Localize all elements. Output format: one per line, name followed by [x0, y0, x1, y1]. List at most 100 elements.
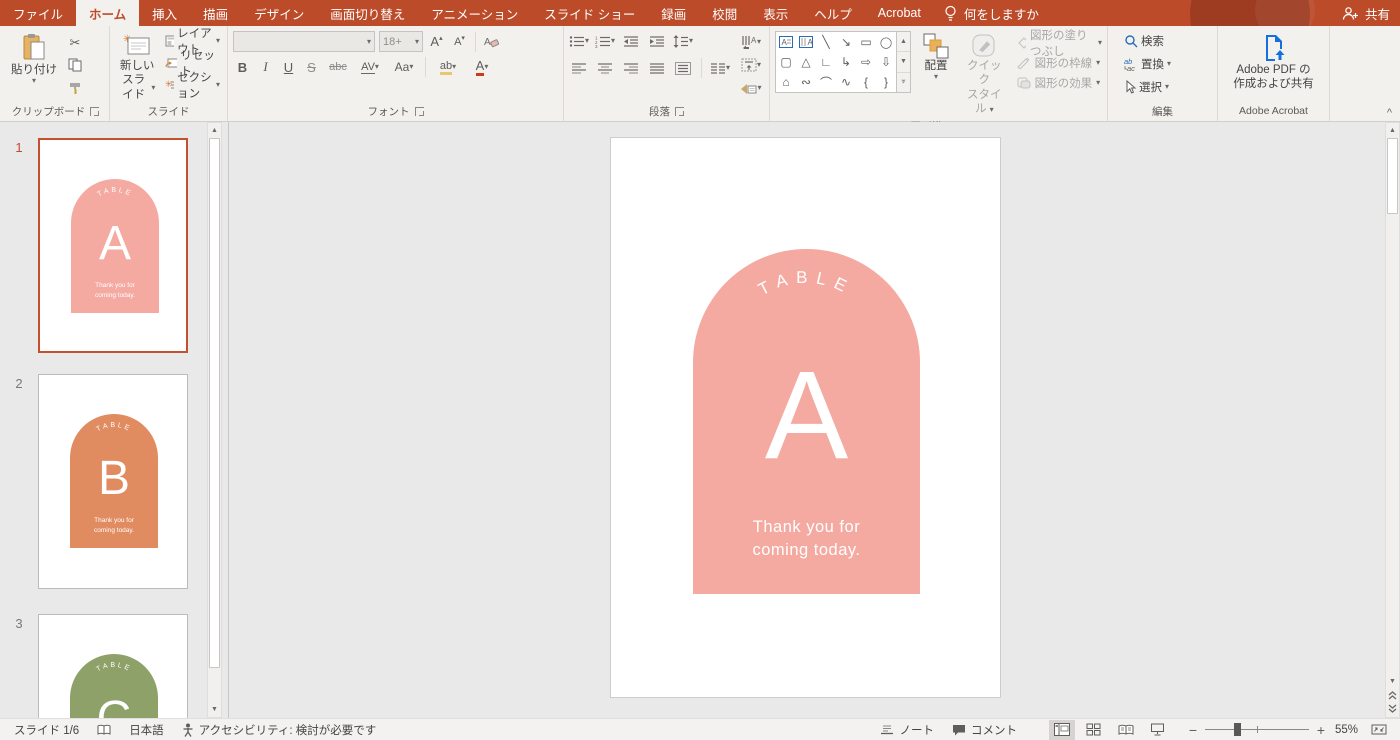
shape-oval-icon[interactable]: ◯: [876, 32, 896, 52]
shape-scribble-icon[interactable]: ∾: [796, 72, 816, 92]
paste-button[interactable]: 貼り付け: [7, 31, 61, 87]
character-spacing-button[interactable]: AV: [355, 57, 385, 77]
shape-arrow-icon[interactable]: ↘: [836, 32, 856, 52]
copy-button[interactable]: [65, 55, 85, 75]
text-direction-button[interactable]: A: [736, 32, 766, 52]
italic-button[interactable]: I: [256, 57, 275, 77]
align-center-button[interactable]: [595, 58, 615, 78]
slide-thumbnail-1[interactable]: TABLE A Thank you forcoming today.: [38, 138, 188, 353]
shapes-gallery-more[interactable]: ⩔: [897, 73, 910, 92]
clipboard-dialog-launcher[interactable]: [90, 107, 99, 116]
next-slide-button[interactable]: [1386, 702, 1399, 715]
slide-thumbnail-3[interactable]: TABLE C Thank you forcoming today.: [38, 614, 188, 718]
thumbnails-scroll-down-arrow[interactable]: ▼: [208, 702, 221, 717]
comments-button[interactable]: コメント: [946, 719, 1023, 740]
tab-record[interactable]: 録画: [648, 0, 699, 26]
previous-slide-button[interactable]: [1386, 689, 1399, 702]
slide-sorter-view-button[interactable]: [1081, 720, 1107, 740]
shape-rectangle-icon[interactable]: ▭: [856, 32, 876, 52]
slide-canvas[interactable]: TABLE A Thank you forcoming today. ▲ ▼: [229, 122, 1400, 718]
normal-view-button[interactable]: [1049, 720, 1075, 740]
zoom-slider-track[interactable]: [1205, 729, 1309, 730]
shape-textbox-icon[interactable]: A: [776, 32, 796, 52]
tab-animations[interactable]: アニメーション: [418, 0, 531, 26]
canvas-scrollbar-thumb[interactable]: [1387, 138, 1398, 214]
paragraph-dialog-launcher[interactable]: [675, 107, 684, 116]
notes-button[interactable]: ノート: [874, 719, 940, 740]
justify-button[interactable]: [647, 58, 667, 78]
tab-slideshow[interactable]: スライド ショー: [531, 0, 648, 26]
shapes-scroll-down[interactable]: ▼: [897, 52, 910, 72]
highlight-color-button[interactable]: ab: [432, 57, 464, 77]
tab-acrobat[interactable]: Acrobat: [865, 0, 934, 26]
format-painter-button[interactable]: [65, 77, 85, 97]
canvas-scroll-down-arrow[interactable]: ▼: [1386, 674, 1399, 689]
tab-draw[interactable]: 描画: [190, 0, 241, 26]
language-indicator[interactable]: 日本語: [123, 719, 170, 740]
main-slide[interactable]: TABLE A Thank you forcoming today.: [610, 137, 1001, 698]
tab-insert[interactable]: 挿入: [139, 0, 190, 26]
select-button[interactable]: 選択: [1122, 77, 1171, 97]
new-slide-button[interactable]: ✳ 新しい スライド: [115, 31, 159, 104]
create-pdf-button[interactable]: Adobe PDF の 作成および共有: [1229, 31, 1318, 94]
tab-file[interactable]: ファイル: [0, 0, 76, 26]
shape-line-icon[interactable]: ╲: [816, 32, 836, 52]
change-case-button[interactable]: Aa: [389, 57, 419, 77]
zoom-slider-thumb[interactable]: [1234, 723, 1241, 736]
numbering-button[interactable]: 123: [595, 31, 615, 51]
shape-fill-button[interactable]: 図形の塗りつぶし: [1016, 33, 1102, 52]
shape-right-brace-icon[interactable]: }: [876, 72, 896, 92]
cut-button[interactable]: ✂: [65, 33, 85, 53]
shadow-button[interactable]: S: [302, 57, 321, 77]
thumbnails-scroll-up-arrow[interactable]: ▲: [208, 123, 221, 138]
shape-triangle-icon[interactable]: △: [796, 52, 816, 72]
accessibility-checker[interactable]: アクセシビリティ: 検討が必要です: [176, 719, 383, 740]
zoom-out-button[interactable]: −: [1187, 722, 1199, 738]
slideshow-view-button[interactable]: [1145, 720, 1171, 740]
columns-button[interactable]: [710, 58, 730, 78]
canvas-scroll-up-arrow[interactable]: ▲: [1386, 123, 1399, 138]
slide-counter[interactable]: スライド 1/6: [8, 719, 85, 740]
shape-effects-button[interactable]: 図形の効果: [1016, 73, 1102, 92]
shape-rounded-rectangle-icon[interactable]: ▢: [776, 52, 796, 72]
slide-thumbnail-2[interactable]: TABLE B Thank you forcoming today.: [38, 374, 188, 589]
shape-arc-icon[interactable]: ⌒: [816, 72, 836, 92]
shape-vertical-textbox-icon[interactable]: A: [796, 32, 816, 52]
shape-curve-icon[interactable]: ∿: [836, 72, 856, 92]
shape-elbow-arrow-icon[interactable]: ↳: [836, 52, 856, 72]
fit-slide-to-window-button[interactable]: [1366, 720, 1392, 740]
share-button[interactable]: 共有: [1342, 0, 1390, 26]
shape-freeform-icon[interactable]: ⌂: [776, 72, 796, 92]
zoom-in-button[interactable]: +: [1315, 722, 1327, 738]
tab-view[interactable]: 表示: [750, 0, 801, 26]
thumbnails-scrollbar[interactable]: ▲ ▼: [207, 122, 222, 718]
tab-transitions[interactable]: 画面切り替え: [317, 0, 418, 26]
canvas-scrollbar[interactable]: ▲ ▼: [1385, 122, 1400, 718]
section-button[interactable]: ✳ セクション: [163, 75, 222, 95]
tell-me-search[interactable]: 何をしますか: [934, 0, 1049, 26]
replace-button[interactable]: abac 置換: [1122, 54, 1173, 74]
table-letter[interactable]: A: [693, 344, 920, 487]
bold-button[interactable]: B: [233, 57, 252, 77]
font-color-button[interactable]: A: [468, 57, 496, 77]
tab-home[interactable]: ホーム: [76, 0, 139, 26]
reading-view-button[interactable]: [1113, 720, 1139, 740]
thank-you-text[interactable]: Thank you forcoming today.: [693, 516, 920, 562]
find-button[interactable]: 検索: [1122, 31, 1166, 51]
paste-dropdown[interactable]: [32, 77, 36, 85]
tab-review[interactable]: 校閲: [699, 0, 750, 26]
decrease-indent-button[interactable]: [621, 31, 641, 51]
font-size-combo[interactable]: 18+: [379, 31, 423, 52]
font-dialog-launcher[interactable]: [415, 107, 424, 116]
shapes-scroll-up[interactable]: ▲: [897, 32, 910, 52]
tab-design[interactable]: デザイン: [241, 0, 317, 26]
underline-button[interactable]: U: [279, 57, 298, 77]
spellcheck-button[interactable]: [91, 719, 117, 740]
tab-help[interactable]: ヘルプ: [801, 0, 865, 26]
collapse-ribbon-button[interactable]: ^: [1387, 107, 1392, 119]
distribute-text-button[interactable]: [673, 58, 693, 78]
grow-font-button[interactable]: A▴: [427, 32, 446, 52]
shape-down-arrow-icon[interactable]: ⇩: [876, 52, 896, 72]
convert-smartart-button[interactable]: [736, 78, 766, 98]
bullets-button[interactable]: [569, 31, 589, 51]
